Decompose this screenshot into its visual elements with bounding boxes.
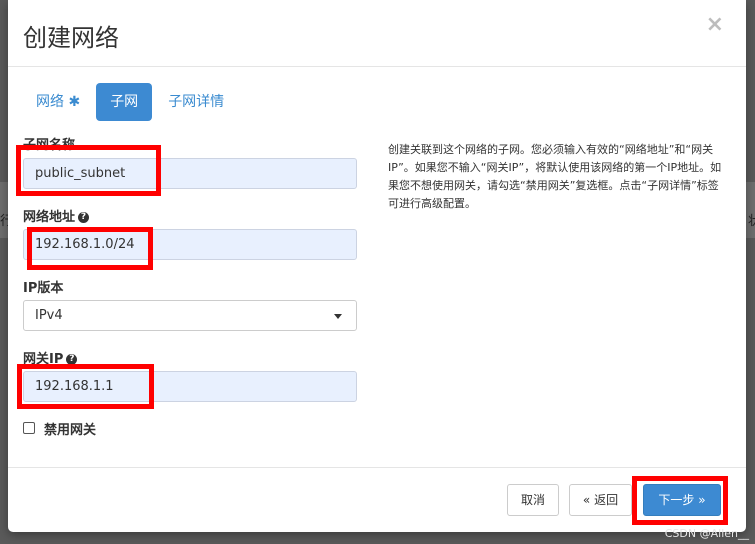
gateway-ip-input[interactable]	[23, 371, 357, 402]
ip-version-select[interactable]: IPv4	[23, 300, 357, 331]
network-address-label: 网络地址?	[23, 206, 90, 225]
dialog-header: 创建网络 ×	[8, 0, 746, 67]
subnet-help-text: 创建关联到这个网络的子网。您必须输入有效的“网络地址”和“网关IP”。如果您不输…	[388, 143, 722, 210]
tab-network-label: 网络	[36, 94, 64, 110]
next-button[interactable]: 下一步 »	[643, 484, 721, 516]
required-icon: ✱	[68, 94, 81, 110]
tab-subnet[interactable]: 子网	[96, 83, 153, 121]
network-address-input[interactable]	[23, 229, 357, 260]
subnet-name-input[interactable]	[23, 158, 357, 189]
background-right-text: 状	[748, 214, 755, 229]
chevron-down-icon	[334, 314, 342, 319]
tab-subnet-details[interactable]: 子网详情	[158, 83, 234, 121]
help-icon[interactable]: ?	[66, 354, 78, 365]
gateway-ip-label: 网关IP?	[23, 348, 78, 367]
help-icon[interactable]: ?	[78, 212, 90, 223]
ip-version-label: IP版本	[23, 281, 64, 296]
close-icon[interactable]: ×	[706, 14, 724, 36]
dialog-footer: 取消 « 返回 下一步 »	[8, 467, 746, 533]
dialog-title: 创建网络	[23, 24, 119, 52]
ip-version-selected-value: IPv4	[35, 308, 63, 323]
disable-gateway-label: 禁用网关	[44, 423, 97, 438]
watermark-text: CSDN @Allen__	[664, 527, 749, 540]
back-button[interactable]: « 返回	[569, 484, 632, 516]
tab-network[interactable]: 网络 ✱	[26, 83, 90, 121]
subnet-name-label: 子网名称	[23, 138, 76, 153]
wizard-tabs: 网络 ✱ 子网 子网详情	[26, 83, 240, 121]
disable-gateway-checkbox[interactable]	[23, 422, 35, 434]
create-network-dialog: 创建网络 × 网络 ✱ 子网 子网详情 子网名称 网络地址? IP版本 IPv4…	[8, 0, 746, 532]
cancel-button[interactable]: 取消	[507, 484, 559, 516]
network-address-label-text: 网络地址	[23, 210, 76, 225]
gateway-ip-label-text: 网关IP	[23, 352, 64, 367]
